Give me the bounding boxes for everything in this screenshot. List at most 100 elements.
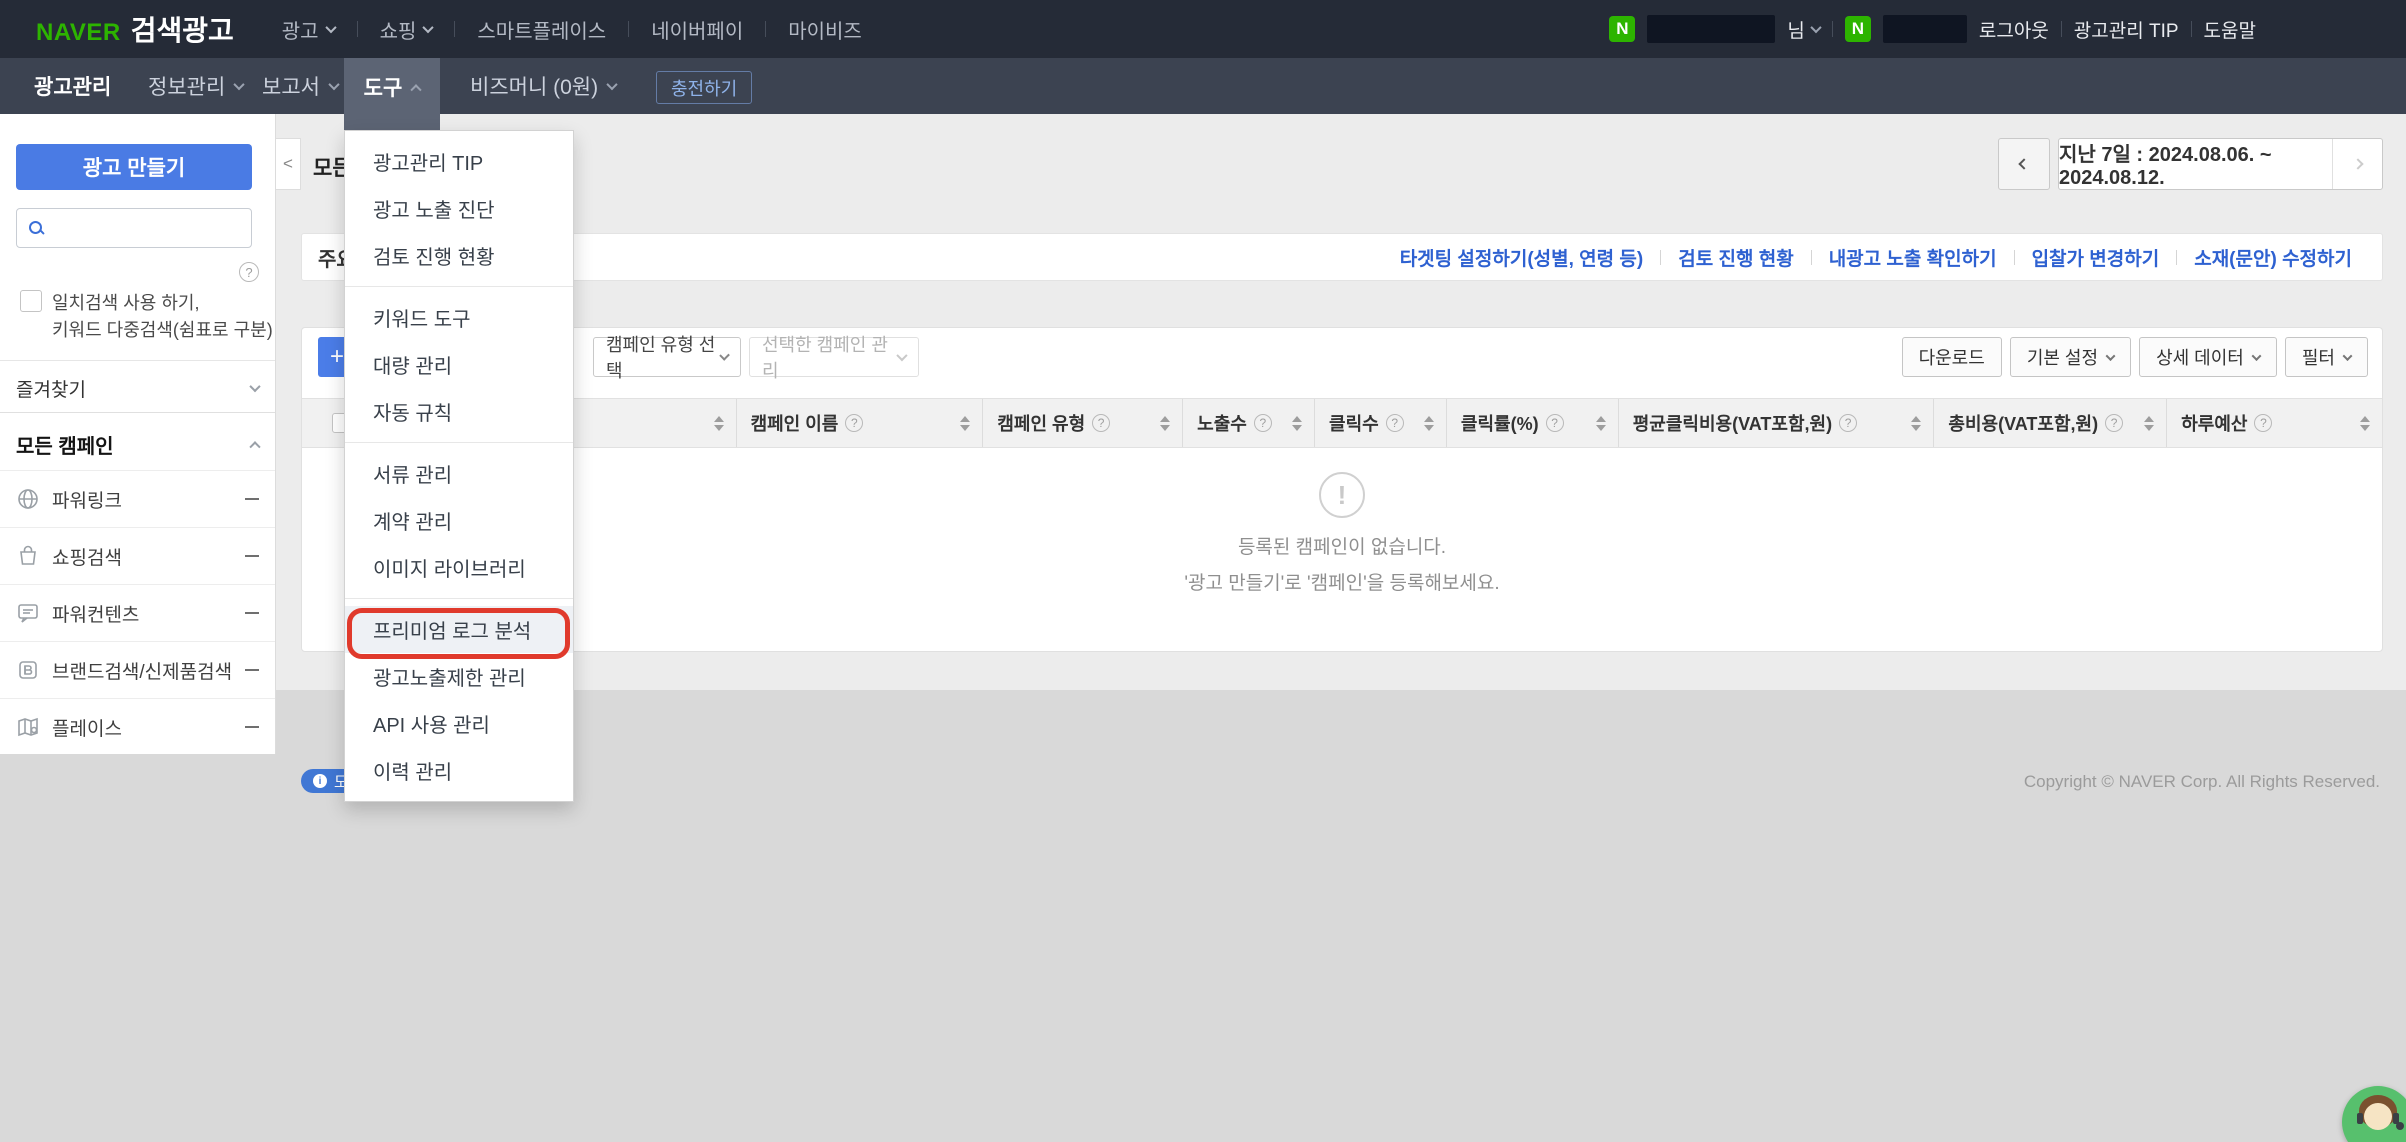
search-input[interactable] — [37, 213, 269, 243]
campaign-type-select[interactable]: 캠페인 유형 선택 — [593, 337, 741, 377]
top-nav-smartplace[interactable]: 스마트플레이스 — [455, 15, 628, 44]
header-campaign-type[interactable]: 캠페인 유형? — [982, 399, 1182, 447]
sidebar-item-favorites[interactable]: 즐겨찾기 — [0, 366, 275, 410]
empty-message-line1: 등록된 캠페인이 없습니다. — [1238, 532, 1446, 559]
detail-data-button[interactable]: 상세 데이터 — [2139, 337, 2277, 377]
collapse-minus-icon[interactable] — [245, 669, 259, 671]
chevron-up-icon — [249, 441, 260, 452]
match-search-checkbox[interactable] — [20, 290, 42, 312]
filter-button[interactable]: 필터 — [2285, 337, 2368, 377]
download-button[interactable]: 다운로드 — [1902, 337, 2002, 377]
sidebar-item-brand-search[interactable]: 브랜드검색/신제품검색 — [0, 641, 275, 698]
sort-icon[interactable] — [714, 416, 724, 431]
header-ctr[interactable]: 클릭률(%)? — [1446, 399, 1618, 447]
chevron-down-icon — [423, 22, 434, 33]
menu-item-contract-management[interactable]: 계약 관리 — [345, 497, 573, 544]
naver-logo: NAVER — [36, 19, 121, 47]
collapse-minus-icon[interactable] — [245, 726, 259, 728]
header-campaign-name[interactable]: 캠페인 이름? — [736, 399, 983, 447]
menu-report[interactable]: 보고서 — [262, 58, 338, 114]
link-review-status[interactable]: 검토 진행 현황 — [1678, 244, 1793, 271]
help-icon[interactable]: ? — [1092, 414, 1110, 432]
top-nav-shopping[interactable]: 쇼핑 — [358, 15, 455, 44]
link-check-ad-exposure[interactable]: 내광고 노출 확인하기 — [1829, 244, 1997, 271]
sort-icon[interactable] — [2360, 416, 2370, 431]
link-edit-creative[interactable]: 소재(문안) 수정하기 — [2194, 244, 2352, 271]
date-prev-button[interactable] — [1998, 138, 2050, 190]
sort-icon[interactable] — [1911, 416, 1921, 431]
globe-icon — [16, 487, 40, 511]
sort-icon[interactable] — [1160, 416, 1170, 431]
chevron-down-icon — [234, 79, 245, 90]
header-clicks[interactable]: 클릭수? — [1314, 399, 1446, 447]
menu-item-document-management[interactable]: 서류 관리 — [345, 450, 573, 497]
selected-campaign-manage-select[interactable]: 선택한 캠페인 관리 — [749, 337, 919, 377]
sort-icon[interactable] — [2144, 416, 2154, 431]
basic-settings-button[interactable]: 기본 설정 — [2010, 337, 2131, 377]
date-range-box[interactable]: 지난 7일 : 2024.08.06. ~ 2024.08.12. — [2058, 138, 2383, 190]
help-link[interactable]: 도움말 — [2204, 16, 2256, 43]
menu-item-auto-rules[interactable]: 자동 규칙 — [345, 388, 573, 435]
chevron-down-icon — [2343, 351, 2353, 361]
summary-bar: 주요 타겟팅 설정하기(성별, 연령 등) 검토 진행 현황 내광고 노출 확인… — [301, 233, 2383, 281]
header-daily-budget[interactable]: 하루예산? — [2166, 399, 2382, 447]
match-search-label[interactable]: 일치검색 사용 하기,키워드 다중검색(쉼표로 구분) — [52, 290, 273, 344]
help-icon[interactable]: ? — [2254, 414, 2272, 432]
header-avg-cpc[interactable]: 평균클릭비용(VAT포함,원)? — [1618, 399, 1934, 447]
empty-message-line2: '광고 만들기'로 '캠페인'을 등록해보세요. — [1184, 568, 1499, 595]
menu-item-review-status[interactable]: 검토 진행 현황 — [345, 232, 573, 279]
menu-item-premium-log-analysis[interactable]: 프리미엄 로그 분석 — [345, 606, 573, 653]
logout-link[interactable]: 로그아웃 — [1979, 16, 2049, 43]
menu-item-keyword-tool[interactable]: 키워드 도구 — [345, 294, 573, 341]
search-help-icon[interactable]: ? — [239, 262, 259, 282]
sort-icon[interactable] — [1596, 416, 1606, 431]
help-icon[interactable]: ? — [1254, 414, 1272, 432]
menu-item-bulk-management[interactable]: 대량 관리 — [345, 341, 573, 388]
sort-icon[interactable] — [960, 416, 970, 431]
brand-logo[interactable]: NAVER 검색광고 — [36, 9, 234, 49]
link-targeting-settings[interactable]: 타겟팅 설정하기(성별, 연령 등) — [1400, 244, 1644, 271]
top-nav-ad[interactable]: 광고 — [260, 15, 357, 44]
sort-icon[interactable] — [1292, 416, 1302, 431]
link-change-bid[interactable]: 입찰가 변경하기 — [2032, 244, 2160, 271]
menu-tools[interactable]: 도구 — [344, 58, 440, 130]
avatar-face — [2364, 1103, 2392, 1130]
header-total-cost[interactable]: 총비용(VAT포함,원)? — [1933, 399, 2166, 447]
collapse-minus-icon[interactable] — [245, 498, 259, 500]
help-icon[interactable]: ? — [1546, 414, 1564, 432]
menu-item-api-usage[interactable]: API 사용 관리 — [345, 700, 573, 747]
menu-item-ad-exposure-diagnosis[interactable]: 광고 노출 진단 — [345, 185, 573, 232]
date-next-button[interactable] — [2332, 139, 2382, 189]
menu-bizmoney[interactable]: 비즈머니 (0원) — [470, 58, 616, 114]
top-nav-naverpay[interactable]: 네이버페이 — [629, 15, 765, 44]
menu-item-history-management[interactable]: 이력 관리 — [345, 747, 573, 794]
menu-item-image-library[interactable]: 이미지 라이브러리 — [345, 544, 573, 591]
collapse-minus-icon[interactable] — [245, 555, 259, 557]
sidebar-item-powerlink[interactable]: 파워링크 — [0, 470, 275, 527]
menu-item-ad-tip[interactable]: 광고관리 TIP — [345, 138, 573, 185]
create-ad-button[interactable]: 광고 만들기 — [16, 144, 252, 190]
brand-b-icon — [16, 658, 40, 682]
chat-support-avatar[interactable] — [2342, 1086, 2406, 1142]
sort-icon[interactable] — [1424, 416, 1434, 431]
sidebar-collapse-button[interactable]: < — [276, 138, 301, 190]
sidebar-item-powercontents[interactable]: 파워컨텐츠 — [0, 584, 275, 641]
help-icon[interactable]: ? — [2105, 414, 2123, 432]
top-nav-mybiz[interactable]: 마이비즈 — [766, 15, 884, 44]
menu-item-ad-exposure-restriction[interactable]: 광고노출제한 관리 — [345, 653, 573, 700]
sidebar-item-shopping-search[interactable]: 쇼핑검색 — [0, 527, 275, 584]
campaign-search-box[interactable] — [16, 208, 252, 248]
menu-info-management[interactable]: 정보관리 — [148, 58, 243, 114]
help-icon[interactable]: ? — [1839, 414, 1857, 432]
help-icon[interactable]: ? — [1386, 414, 1404, 432]
help-icon[interactable]: ? — [845, 414, 863, 432]
ad-tip-link[interactable]: 광고관리 TIP — [2074, 16, 2179, 43]
menu-ad-management[interactable]: 광고관리 — [34, 58, 111, 114]
account-menu[interactable]: 님 — [1787, 16, 1819, 43]
collapse-minus-icon[interactable] — [245, 612, 259, 614]
sidebar-item-all-campaigns[interactable]: 모든 캠페인 — [0, 422, 275, 466]
header-impressions[interactable]: 노출수? — [1182, 399, 1314, 447]
campaign-table-panel: + 캠페인 유형 선택 선택한 캠페인 관리 다운로드 기본 설정 상세 데이터… — [301, 327, 2383, 652]
charge-button[interactable]: 충전하기 — [656, 71, 752, 104]
sidebar-item-place[interactable]: 플레이스 — [0, 698, 275, 755]
